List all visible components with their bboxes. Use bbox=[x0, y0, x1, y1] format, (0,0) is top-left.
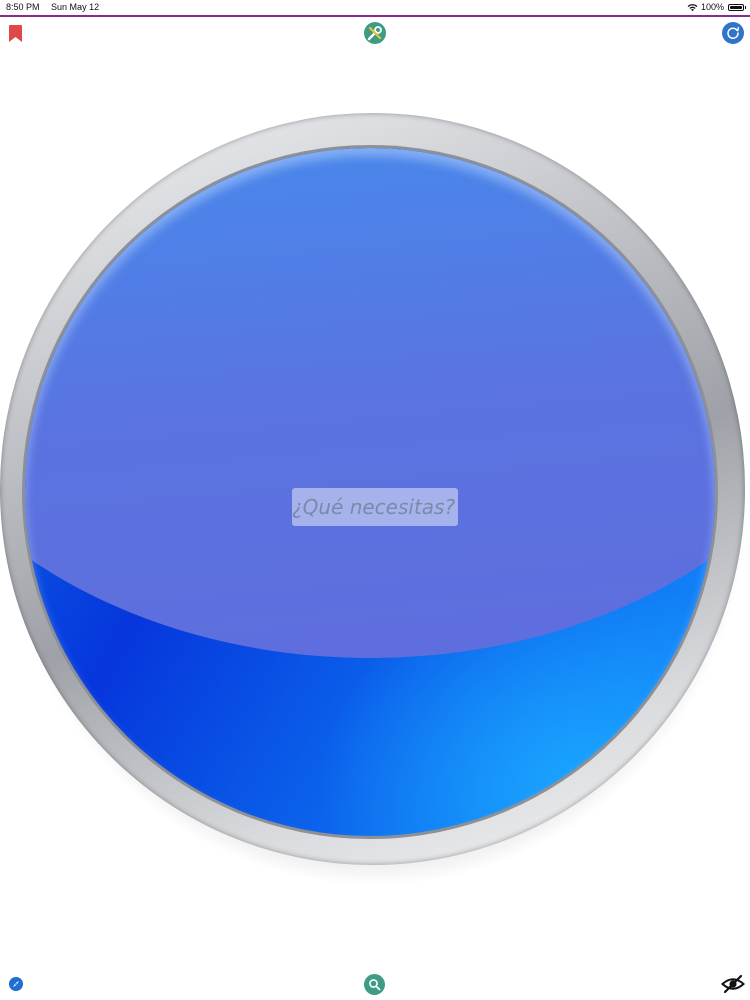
status-left: 8:50 PM Sun May 12 bbox=[6, 2, 108, 12]
battery-percentage: 100% bbox=[700, 2, 724, 12]
tools-icon[interactable] bbox=[364, 22, 386, 44]
status-time: 8:50 PM bbox=[6, 2, 40, 12]
search-icon[interactable] bbox=[364, 974, 385, 995]
screen: 8:50 PM Sun May 12 100% bbox=[0, 0, 750, 1000]
status-bar: 8:50 PM Sun May 12 100% bbox=[0, 0, 750, 17]
status-right: 100% bbox=[687, 2, 746, 12]
bookmark-icon[interactable] bbox=[9, 25, 22, 42]
status-date: Sun May 12 bbox=[51, 2, 100, 12]
refresh-icon[interactable] bbox=[722, 22, 744, 44]
compass-icon[interactable] bbox=[9, 977, 23, 991]
eye-off-icon[interactable] bbox=[721, 974, 745, 994]
wifi-icon bbox=[687, 3, 698, 11]
search-input[interactable] bbox=[292, 488, 458, 526]
battery-icon bbox=[728, 3, 746, 11]
